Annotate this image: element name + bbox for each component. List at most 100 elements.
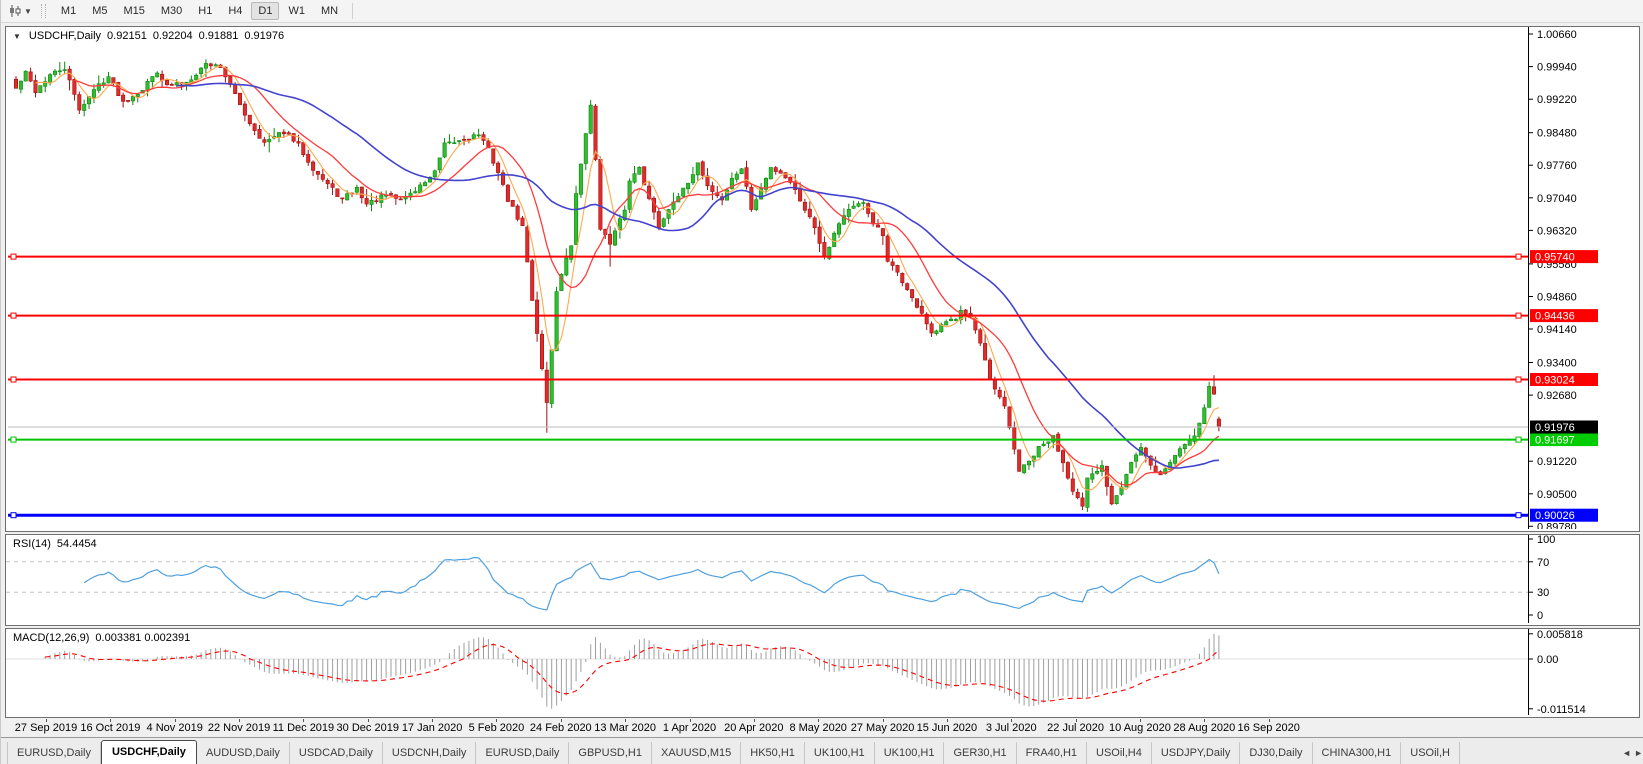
macd-tick-label: 0.005818 bbox=[1537, 629, 1583, 641]
horizontal-line-0.90026[interactable] bbox=[8, 512, 1528, 519]
timeframe-button-MN[interactable]: MN bbox=[314, 2, 345, 20]
rsi-panel[interactable]: 100 70 30 0 RSI(14) 54.4454 bbox=[5, 534, 1640, 626]
chart-tab-9-UK100-H1[interactable]: UK100,H1 bbox=[805, 742, 875, 764]
toolbar-grip[interactable] bbox=[40, 4, 46, 18]
date-label: 27 Sep 2019 bbox=[14, 722, 78, 734]
price-tick-label: 0.94860 bbox=[1537, 292, 1577, 304]
price-tick-label: 0.96320 bbox=[1537, 225, 1577, 237]
macd-panel[interactable]: 0.005818 0.00 -0.011514 MACD(12,26,9) 0.00… bbox=[5, 628, 1640, 718]
price-label-box-0.93024: 0.93024 bbox=[1530, 373, 1598, 387]
price-tick-label: 1.00660 bbox=[1537, 29, 1577, 41]
date-label: 30 Dec 2019 bbox=[336, 722, 399, 734]
price-label-box-0.91697: 0.91697 bbox=[1530, 433, 1598, 447]
collapse-chart-arrow[interactable]: ▼ bbox=[13, 32, 21, 41]
rsi-tick-label: 100 bbox=[1537, 535, 1555, 546]
chart-tab-17-USOil-H[interactable]: USOil,H bbox=[1401, 742, 1460, 764]
chart-tab-6-GBPUSD-H1[interactable]: GBPUSD,H1 bbox=[569, 742, 652, 764]
macd-chart-canvas[interactable]: 0.005818 0.00 -0.011514 bbox=[6, 629, 1637, 715]
quote-close: 0.91976 bbox=[244, 30, 285, 42]
svg-text:0.91976: 0.91976 bbox=[1535, 422, 1575, 434]
macd-header: MACD(12,26,9) 0.003381 0.002391 bbox=[13, 632, 190, 644]
timeframe-button-H4[interactable]: H4 bbox=[221, 2, 249, 20]
timeframe-button-W1[interactable]: W1 bbox=[281, 2, 312, 20]
chart-tab-11-GER30-H1[interactable]: GER30,H1 bbox=[944, 742, 1017, 764]
date-label: 13 Mar 2020 bbox=[594, 722, 657, 734]
date-label: 5 Feb 2020 bbox=[468, 722, 525, 734]
quote-low: 0.91881 bbox=[198, 30, 239, 42]
chart-tab-3-USDCAD-Daily[interactable]: USDCAD,Daily bbox=[290, 742, 383, 764]
chart-tab-7-XAUUSD-M15[interactable]: XAUUSD,M15 bbox=[652, 742, 742, 764]
date-label: 15 Jun 2020 bbox=[916, 722, 978, 734]
date-label: 24 Feb 2020 bbox=[529, 722, 592, 734]
date-label: 28 Aug 2020 bbox=[1173, 722, 1236, 734]
horizontal-line-0.93024[interactable] bbox=[8, 376, 1528, 383]
chart-tab-12-FRA40-H1[interactable]: FRA40,H1 bbox=[1017, 742, 1088, 764]
date-label: 11 Dec 2019 bbox=[272, 722, 335, 734]
timeframe-button-M15[interactable]: M15 bbox=[116, 2, 151, 20]
horizontal-line-0.94436[interactable] bbox=[8, 312, 1528, 319]
price-label-box-0.90026: 0.90026 bbox=[1530, 508, 1598, 522]
macd-tick-label: 0.00 bbox=[1537, 654, 1558, 666]
date-label: 17 Jan 2020 bbox=[401, 722, 463, 734]
price-chart-canvas[interactable]: 1.00660 0.99940 0.99220 0.98480 0.97760 0.970… bbox=[6, 27, 1637, 529]
price-tick-label: 0.99220 bbox=[1537, 94, 1577, 106]
chart-tab-8-HK50-H1[interactable]: HK50,H1 bbox=[741, 742, 805, 764]
chart-tab-1-USDCHF-Daily[interactable]: USDCHF,Daily bbox=[100, 740, 197, 764]
date-label: 4 Nov 2019 bbox=[146, 722, 203, 734]
timeframe-button-M5[interactable]: M5 bbox=[85, 2, 114, 20]
price-panel[interactable]: 1.00660 0.99940 0.99220 0.98480 0.97760 0.970… bbox=[5, 26, 1640, 532]
date-label: 1 Apr 2020 bbox=[662, 722, 717, 734]
svg-text:0.95740: 0.95740 bbox=[1535, 252, 1575, 264]
time-axis[interactable]: 27 Sep 2019 16 Oct 2019 4 Nov 2019 22 Nov 2… bbox=[5, 719, 1640, 735]
ma-slow-line bbox=[176, 82, 1219, 469]
price-tick-label: 0.97760 bbox=[1537, 160, 1577, 172]
macd-indicator-values: 0.003381 0.002391 bbox=[95, 632, 191, 644]
chart-window: 1.00660 0.99940 0.99220 0.98480 0.97760 0.970… bbox=[5, 24, 1640, 736]
rsi-tick-label: 0 bbox=[1537, 610, 1543, 622]
chart-tab-10-UK100-H1[interactable]: UK100,H1 bbox=[875, 742, 945, 764]
chart-tab-15-DJ30-Daily[interactable]: DJ30,Daily bbox=[1240, 742, 1313, 764]
timeframe-button-H1[interactable]: H1 bbox=[191, 2, 219, 20]
chart-type-icon[interactable]: ▼ bbox=[5, 3, 35, 19]
price-tick-label: 0.89780 bbox=[1537, 521, 1577, 529]
price-label-box-0.94436: 0.94436 bbox=[1530, 309, 1598, 323]
macd-signal-line bbox=[45, 643, 1220, 702]
chart-title: USDCHF,Daily bbox=[28, 30, 102, 42]
chart-tab-0-EURUSD-Daily[interactable]: EURUSD,Daily bbox=[7, 742, 101, 764]
rsi-line bbox=[83, 556, 1220, 611]
horizontal-line-0.95740[interactable] bbox=[8, 253, 1528, 260]
chart-tab-5-EURUSD-Daily[interactable]: EURUSD,Daily bbox=[476, 742, 570, 764]
tab-scroll-right-icon[interactable]: ► bbox=[1634, 748, 1643, 758]
price-tick-label: 0.99940 bbox=[1537, 62, 1577, 74]
timeframe-button-M30[interactable]: M30 bbox=[154, 2, 189, 20]
horizontal-line-0.91697[interactable] bbox=[8, 436, 1528, 443]
price-tick-label: 0.98480 bbox=[1537, 128, 1577, 140]
price-tick-label: 0.94140 bbox=[1537, 324, 1577, 336]
candlestick-chart-icon bbox=[10, 5, 21, 17]
rsi-indicator-name: RSI(14) bbox=[13, 538, 51, 550]
chart-tab-4-USDCNH-Daily[interactable]: USDCNH,Daily bbox=[383, 742, 477, 764]
date-label: 27 May 2020 bbox=[850, 722, 915, 734]
macd-indicator-name: MACD(12,26,9) bbox=[13, 632, 90, 644]
chart-tabs: EURUSD,Daily USDCHF,Daily AUDUSD,Daily USDC… bbox=[1, 737, 1643, 764]
candlestick-series bbox=[14, 59, 1221, 512]
chart-tab-2-AUDUSD-Daily[interactable]: AUDUSD,Daily bbox=[197, 742, 290, 764]
price-label-box-0.95740: 0.95740 bbox=[1530, 250, 1598, 264]
rsi-chart-canvas[interactable]: 100 70 30 0 bbox=[6, 535, 1637, 623]
timeframes-toolbar: ▼ M1 M5 M15 M30 H1 H4 D1 W1 MN bbox=[1, 0, 1643, 23]
macd-tick-label: -0.011514 bbox=[1537, 704, 1586, 715]
svg-text:0.90026: 0.90026 bbox=[1535, 510, 1575, 522]
date-label: 10 Aug 2020 bbox=[1109, 722, 1171, 734]
tab-scroll-left-icon[interactable]: ◄ bbox=[1622, 748, 1631, 758]
price-tick-label: 0.93400 bbox=[1537, 358, 1577, 370]
svg-text:0.91697: 0.91697 bbox=[1535, 435, 1575, 447]
timeframe-button-M1[interactable]: M1 bbox=[54, 2, 83, 20]
date-label: 8 May 2020 bbox=[789, 722, 847, 734]
chart-tab-16-CHINA300-H1[interactable]: CHINA300,H1 bbox=[1313, 742, 1402, 764]
timeframe-button-D1[interactable]: D1 bbox=[251, 2, 280, 20]
chart-tab-13-USOil-H4[interactable]: USOil,H4 bbox=[1087, 742, 1152, 764]
svg-text:0.94436: 0.94436 bbox=[1535, 311, 1575, 323]
chart-tab-14-USDJPY-Daily[interactable]: USDJPY,Daily bbox=[1152, 742, 1241, 764]
macd-histogram bbox=[44, 633, 1220, 709]
toolbar-separator bbox=[352, 3, 354, 19]
